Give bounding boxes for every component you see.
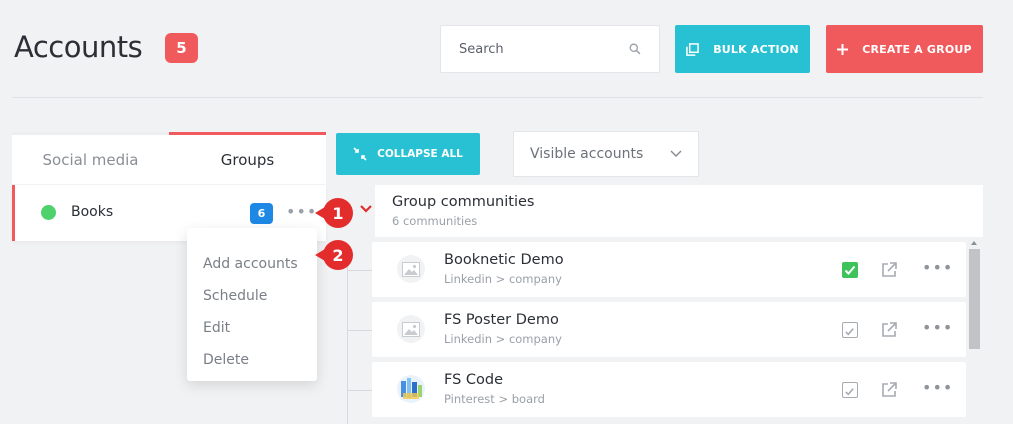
- collapse-all-label: COLLAPSE ALL: [377, 148, 463, 160]
- external-link-icon[interactable]: [880, 381, 898, 399]
- image-placeholder-icon: [397, 255, 425, 283]
- account-checkbox[interactable]: [842, 382, 858, 398]
- tree-branch: [347, 330, 372, 331]
- create-group-button[interactable]: CREATE A GROUP: [826, 25, 983, 73]
- menu-item-edit[interactable]: Edit: [187, 312, 317, 344]
- tree-line: [347, 244, 348, 424]
- callout-badge-1: 1: [315, 198, 353, 228]
- visible-accounts-label: Visible accounts: [530, 146, 644, 162]
- menu-item-delete[interactable]: Delete: [187, 344, 317, 376]
- collapse-arrows-icon: [353, 147, 367, 161]
- group-name: Books: [71, 204, 114, 220]
- tab-groups[interactable]: Groups: [169, 132, 326, 184]
- accounts-count-badge: 5: [165, 33, 198, 63]
- visible-accounts-select[interactable]: Visible accounts: [513, 131, 699, 177]
- expand-chevron-icon[interactable]: [360, 205, 372, 213]
- account-card[interactable]: FS Code Pinterest > board •••: [372, 362, 966, 417]
- account-checkbox[interactable]: [842, 322, 858, 338]
- more-options-icon[interactable]: •••: [286, 202, 317, 221]
- account-name: FS Code: [444, 372, 504, 388]
- bulk-action-label: BULK ACTION: [713, 42, 799, 56]
- external-link-icon[interactable]: [880, 321, 898, 339]
- callout-badge-2: 2: [315, 240, 353, 270]
- search-icon[interactable]: [629, 40, 641, 58]
- more-options-icon[interactable]: •••: [922, 258, 953, 277]
- tab-social-media[interactable]: Social media: [12, 132, 169, 184]
- check-icon: [845, 328, 854, 336]
- header-divider: [12, 97, 983, 98]
- account-type: Pinterest > board: [444, 392, 545, 406]
- search-box[interactable]: [440, 25, 660, 73]
- account-card[interactable]: FS Poster Demo Linkedin > company •••: [372, 302, 966, 357]
- image-placeholder-icon: [397, 315, 425, 343]
- tree-branch: [347, 270, 372, 271]
- more-options-icon[interactable]: •••: [922, 378, 953, 397]
- external-link-icon[interactable]: [880, 261, 898, 279]
- check-icon: [845, 388, 854, 396]
- more-options-icon[interactable]: •••: [922, 318, 953, 337]
- tree-branch: [347, 390, 372, 391]
- account-card[interactable]: Booknetic Demo Linkedin > company •••: [372, 242, 966, 297]
- menu-item-schedule[interactable]: Schedule: [187, 280, 317, 312]
- colorful-avatar-icon: [397, 375, 425, 403]
- menu-item-add-accounts[interactable]: Add accounts: [187, 248, 317, 280]
- plus-icon: [837, 43, 849, 55]
- scrollbar-thumb[interactable]: [969, 249, 980, 349]
- collapse-all-button[interactable]: COLLAPSE ALL: [336, 133, 480, 175]
- group-context-menu: Add accounts Schedule Edit Delete: [187, 228, 317, 381]
- page-title: Accounts: [14, 30, 143, 64]
- account-type: Linkedin > company: [444, 272, 562, 286]
- account-type: Linkedin > company: [444, 332, 562, 346]
- chevron-down-icon: [670, 150, 682, 158]
- group-communities-title: Group communities: [392, 194, 535, 210]
- account-tabs: Social media Groups: [12, 132, 326, 184]
- check-icon: [844, 265, 856, 275]
- account-name: Booknetic Demo: [444, 252, 564, 268]
- bulk-action-button[interactable]: BULK ACTION: [675, 25, 810, 73]
- scroll-up-arrow-icon[interactable]: [971, 241, 977, 245]
- account-name: FS Poster Demo: [444, 312, 559, 328]
- group-communities-header[interactable]: Group communities 6 communities: [375, 185, 983, 237]
- account-checkbox[interactable]: [842, 262, 858, 278]
- group-account-count: 6: [250, 203, 273, 224]
- search-input[interactable]: [459, 41, 629, 57]
- group-status-dot: [41, 205, 56, 220]
- create-group-label: CREATE A GROUP: [862, 42, 972, 56]
- group-communities-subtitle: 6 communities: [392, 214, 478, 228]
- copy-icon: [686, 42, 700, 56]
